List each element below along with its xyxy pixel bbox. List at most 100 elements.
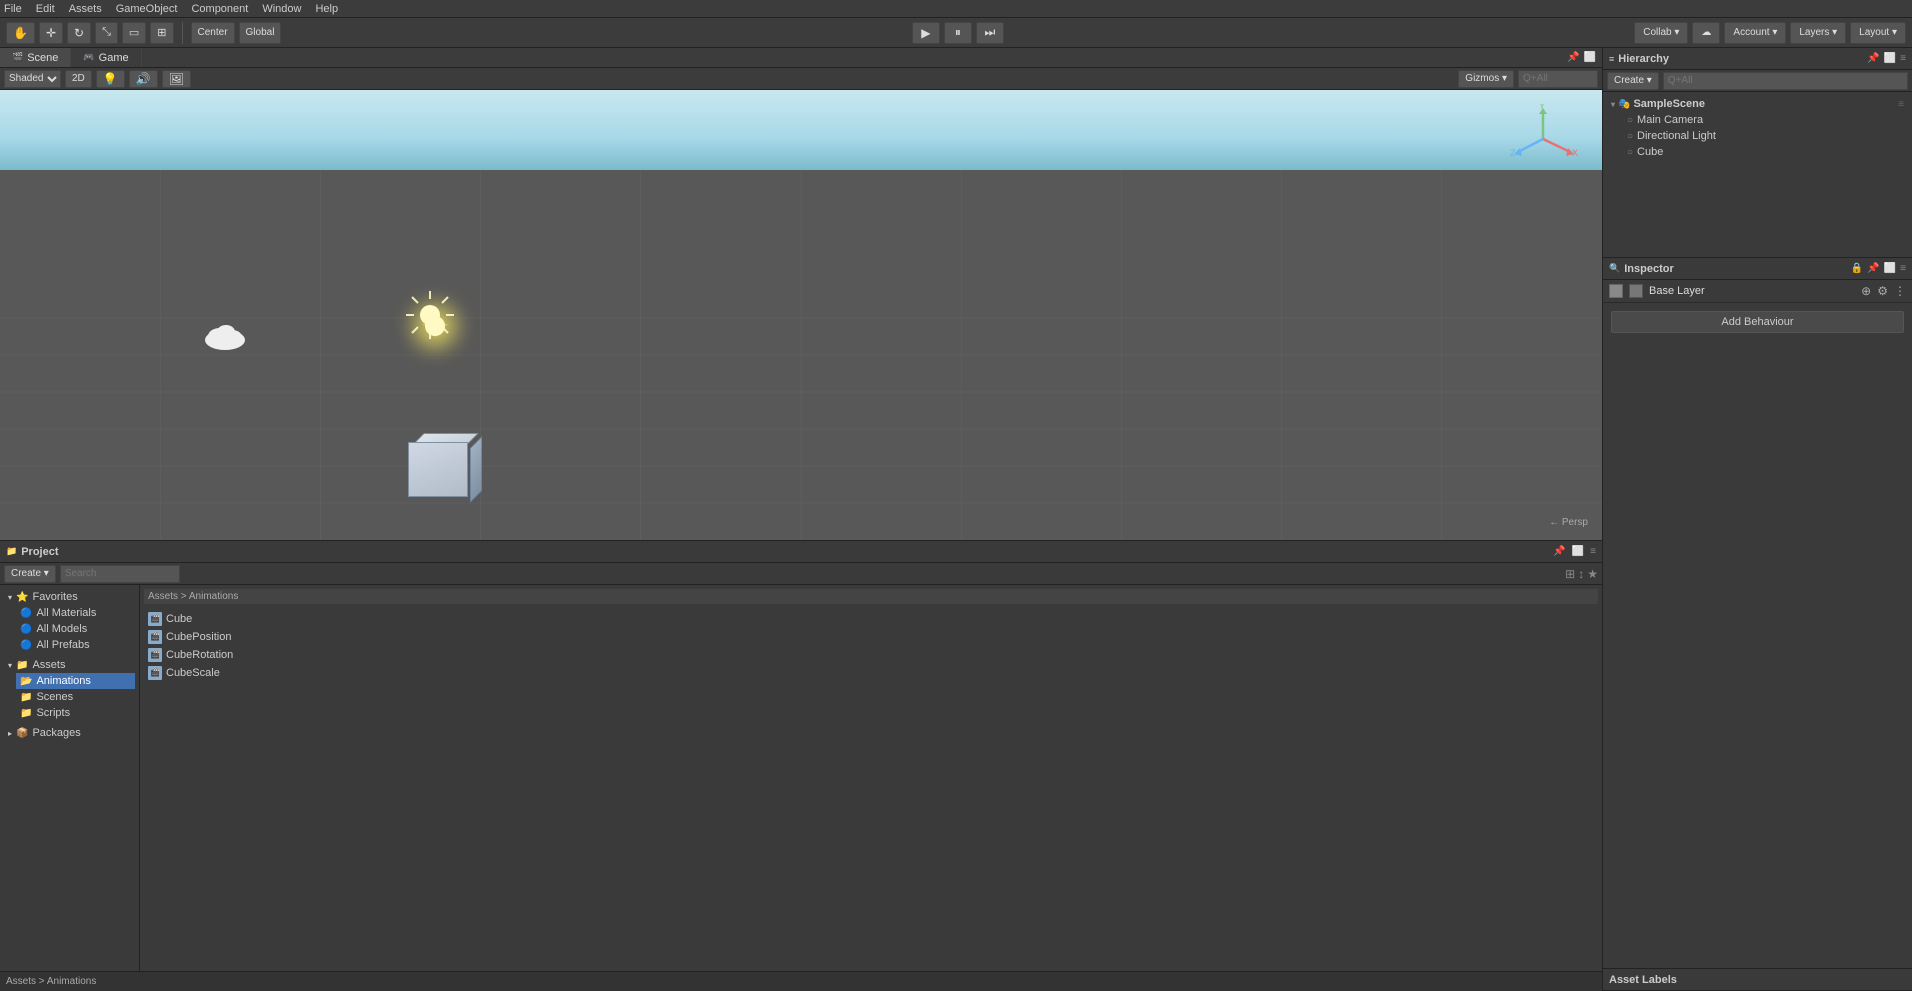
scripts-folder-item[interactable]: 📁 Scripts [16, 705, 135, 721]
hierarchy-search[interactable] [1663, 72, 1908, 90]
global-toggle-button[interactable]: Global [239, 22, 282, 44]
game-tab-label: Game [99, 52, 129, 64]
hierarchy-menu-icon[interactable]: ≡ [1900, 53, 1906, 64]
layout-button[interactable]: Layout ▾ [1850, 22, 1906, 44]
account-button[interactable]: Account ▾ [1724, 22, 1786, 44]
packages-arrow: ▸ [8, 729, 12, 738]
shading-dropdown[interactable]: Shaded [4, 70, 61, 88]
hierarchy-max-icon[interactable]: ⬜ [1884, 53, 1896, 64]
scene-extra-icon: ≡ [1898, 99, 1904, 110]
center-label: Center [198, 27, 228, 38]
gizmo-widget[interactable]: Y X Z [1508, 104, 1578, 174]
fx-toggle[interactable]: 🖼 [162, 70, 191, 88]
file-cubeposition[interactable]: 🎬 CubePosition [144, 628, 1598, 646]
inspector-add-icon[interactable]: ⊕ [1861, 284, 1871, 298]
breadcrumb-animations[interactable]: Animations [189, 591, 238, 602]
center-toggle-button[interactable]: Center [191, 22, 235, 44]
inspector-content: Base Layer ⊕ ⚙ ⋮ Add Behaviour Asset Lab… [1603, 280, 1912, 990]
game-tab-icon: 🎮 [83, 52, 94, 63]
all-models-item[interactable]: 🔵 All Models [16, 621, 135, 637]
project-max-icon[interactable]: ⬜ [1572, 546, 1584, 557]
breadcrumb-assets[interactable]: Assets [148, 591, 178, 602]
all-prefabs-label: All Prefabs [36, 639, 89, 651]
file-cubeposition-icon: 🎬 [148, 630, 162, 644]
audio-toggle[interactable]: 🔊 [129, 70, 158, 88]
project-menu-icon[interactable]: ≡ [1590, 546, 1596, 557]
all-materials-item[interactable]: 🔵 All Materials [16, 605, 135, 621]
menu-edit[interactable]: Edit [36, 3, 55, 15]
2d-toggle[interactable]: 2D [65, 70, 92, 88]
step-button[interactable]: ⏭ [976, 22, 1004, 44]
play-button[interactable]: ▶ [912, 22, 940, 44]
menu-help[interactable]: Help [315, 3, 338, 15]
gizmos-button[interactable]: Gizmos ▾ [1458, 70, 1514, 88]
scene-viewport[interactable]: ✦ [0, 90, 1602, 540]
inspector-more-icon[interactable]: ⋮ [1894, 284, 1906, 298]
svg-text:Z: Z [1510, 148, 1516, 158]
game-tab[interactable]: 🎮 Game [71, 48, 141, 67]
packages-group[interactable]: ▸ 📦 Packages [4, 725, 135, 741]
rect-tool-button[interactable]: ▭ [122, 22, 146, 44]
add-behaviour-button[interactable]: Add Behaviour [1611, 311, 1904, 333]
hierarchy-create-button[interactable]: Create ▾ [1607, 72, 1659, 90]
scripts-folder-icon: 📁 [20, 708, 32, 719]
scene-area-max[interactable]: ⬜ [1584, 52, 1596, 63]
inspector-panel: 🔍 Inspector 🔒 📌 ⬜ ≡ Base Layer ⊕ ⚙ ⋮ [1603, 258, 1912, 991]
project-view-icon[interactable]: ⊞ [1565, 567, 1575, 581]
inspector-pin-icon[interactable]: 📌 [1867, 263, 1879, 274]
project-create-button[interactable]: Create ▾ [4, 565, 56, 583]
persp-label: ← Persp [1549, 517, 1588, 528]
rect-icon: ▭ [129, 26, 139, 39]
layers-button[interactable]: Layers ▾ [1790, 22, 1846, 44]
main-content: 🎬 Scene 🎮 Game 📌 ⬜ Shaded 2D 💡 🔊 🖼 Gizmo… [0, 48, 1912, 991]
assets-group[interactable]: ▾ 📁 Assets [4, 657, 135, 673]
project-star-icon[interactable]: ★ [1587, 567, 1598, 581]
inspector-menu-icon[interactable]: ≡ [1900, 263, 1906, 274]
inspector-max-icon[interactable]: ⬜ [1884, 263, 1896, 274]
directional-light-item[interactable]: ○ Directional Light [1623, 128, 1908, 144]
hierarchy-pin-icon[interactable]: 📌 [1867, 53, 1879, 64]
main-camera-label: Main Camera [1637, 114, 1703, 126]
all-prefabs-item[interactable]: 🔵 All Prefabs [16, 637, 135, 653]
assets-label: Assets [32, 659, 65, 671]
rotate-tool-button[interactable]: ↻ [67, 22, 91, 44]
file-cuberotation[interactable]: 🎬 CubeRotation [144, 646, 1598, 664]
menu-gameobject[interactable]: GameObject [116, 3, 178, 15]
menu-assets[interactable]: Assets [69, 3, 102, 15]
project-sort-icon[interactable]: ↕ [1578, 567, 1584, 581]
scene-unity-icon: 🎭 [1618, 99, 1630, 110]
scene-area-pin[interactable]: 📌 [1567, 52, 1579, 63]
sample-scene-node[interactable]: ▾ 🎭 SampleScene ≡ [1607, 96, 1908, 112]
scene-tab[interactable]: 🎬 Scene [0, 48, 71, 67]
inspector-lock-icon[interactable]: 🔒 [1851, 263, 1863, 274]
hierarchy-toolbar: Create ▾ [1603, 70, 1912, 92]
assets-children: 📂 Animations 📁 Scenes 📁 Scripts [16, 673, 135, 721]
main-camera-item[interactable]: ○ Main Camera [1623, 112, 1908, 128]
move-tool-button[interactable]: ✛ [39, 22, 63, 44]
light-toggle[interactable]: 💡 [96, 70, 125, 88]
multi-tool-button[interactable]: ⊞ [150, 22, 173, 44]
pause-button[interactable]: ⏸ [944, 22, 972, 44]
menu-window[interactable]: Window [262, 3, 301, 15]
favorites-group[interactable]: ▾ ⭐ Favorites [4, 589, 135, 605]
scene-search[interactable] [1518, 70, 1598, 88]
collab-button[interactable]: Collab ▾ [1634, 22, 1688, 44]
scale-tool-button[interactable]: ⤡ [95, 22, 118, 44]
scenes-folder-item[interactable]: 📁 Scenes [16, 689, 135, 705]
file-cubescale[interactable]: 🎬 CubeScale [144, 664, 1598, 682]
hand-tool-button[interactable]: ✋ [6, 22, 35, 44]
project-search[interactable] [60, 565, 180, 583]
inspector-settings-icon[interactable]: ⚙ [1877, 284, 1888, 298]
sun-icon: ✦ [420, 305, 450, 347]
scene-arrow: ▾ [1611, 100, 1615, 109]
project-tree: ▾ ⭐ Favorites 🔵 All Materials 🔵 All Mode… [0, 585, 140, 971]
cloud-button[interactable]: ☁ [1692, 22, 1720, 44]
file-cube-label: Cube [166, 613, 192, 625]
cube-item[interactable]: ○ Cube [1623, 144, 1908, 160]
animations-folder-item[interactable]: 📂 Animations [16, 673, 135, 689]
menu-component[interactable]: Component [191, 3, 248, 15]
menu-file[interactable]: File [4, 3, 22, 15]
file-cube[interactable]: 🎬 Cube [144, 610, 1598, 628]
project-pin-icon[interactable]: 📌 [1553, 546, 1565, 557]
main-toolbar: ✋ ✛ ↻ ⤡ ▭ ⊞ Center Global ▶ ⏸ ⏭ Collab ▾ [0, 18, 1912, 48]
